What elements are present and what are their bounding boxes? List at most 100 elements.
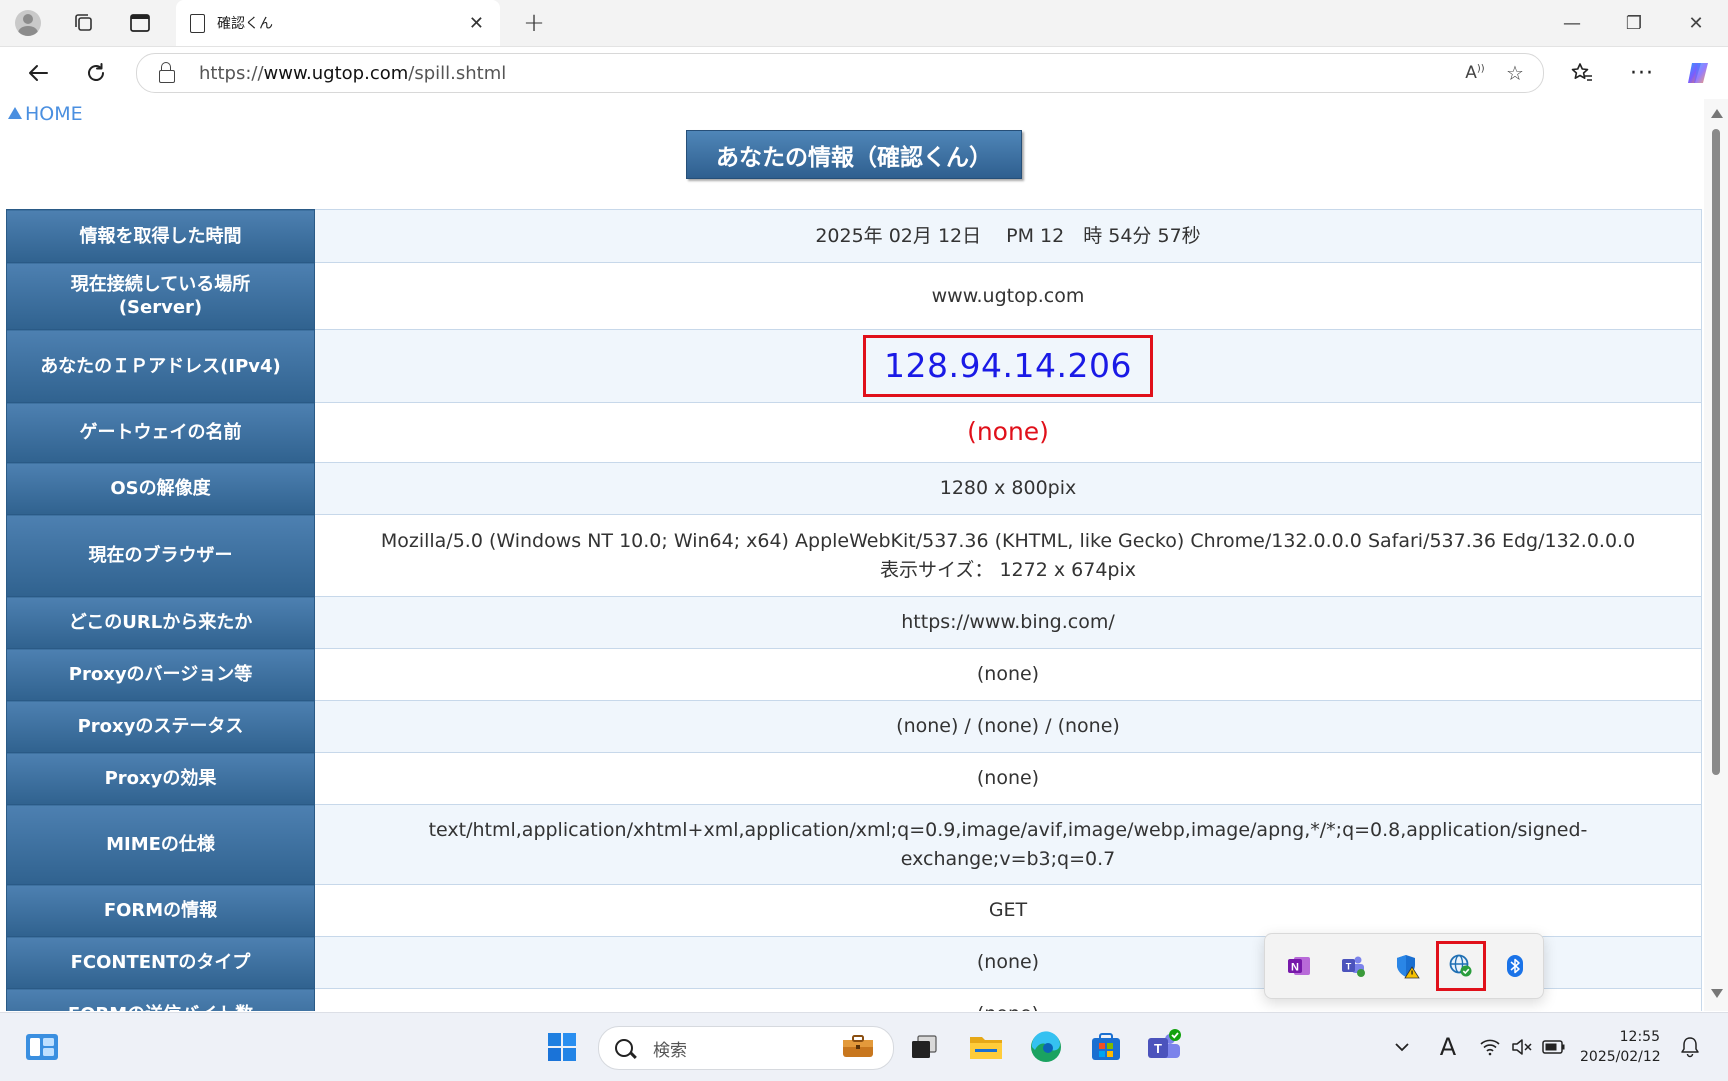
- row-value: www.ugtop.com: [314, 262, 1702, 330]
- row-value: (none) / (none) / (none): [314, 700, 1702, 753]
- page-icon: [190, 13, 205, 33]
- row-value: text/html,application/xhtml+xml,applicat…: [314, 804, 1702, 885]
- home-link[interactable]: HOME: [8, 103, 83, 125]
- row-label: あなたのＩＰアドレス(IPv4): [6, 329, 315, 403]
- taskbar-search-box[interactable]: 検索: [598, 1026, 894, 1070]
- search-highlight-briefcase-icon: [841, 1033, 875, 1063]
- refresh-icon: [88, 63, 104, 81]
- workspaces-icon: [75, 14, 92, 31]
- url-text[interactable]: https://www.ugtop.com/spill.shtml: [199, 63, 1455, 84]
- row-label: Proxyのバージョン等: [6, 648, 315, 701]
- row-label: FORMの送信バイト数: [6, 988, 315, 1011]
- up-triangle-icon: [8, 107, 22, 119]
- scroll-up-arrow-icon[interactable]: [1711, 109, 1723, 118]
- bell-icon: [1681, 1037, 1699, 1058]
- ip-cell: 128.94.14.206: [314, 329, 1702, 403]
- row-label: MIMEの仕様: [6, 804, 315, 885]
- settings-more-button[interactable]: ···: [1622, 55, 1662, 91]
- teams-taskbar-button[interactable]: T: [1144, 1027, 1184, 1067]
- row-label: どこのURLから来たか: [6, 596, 315, 649]
- row-label: FORMの情報: [6, 884, 315, 937]
- row-value: 1280 x 800pix: [314, 462, 1702, 515]
- info-table: 情報を取得した時間 2025年 02月 12日 PM 12 時 54分 57秒 …: [6, 209, 1702, 1011]
- vertical-scrollbar[interactable]: [1704, 99, 1728, 1011]
- table-row: 現在接続している場所 (Server) www.ugtop.com: [6, 262, 1702, 330]
- copilot-icon: [1688, 63, 1708, 83]
- scroll-thumb[interactable]: [1712, 129, 1720, 775]
- profile-button[interactable]: [8, 6, 48, 40]
- row-value: GET: [314, 884, 1702, 937]
- tab-close-icon[interactable]: ✕: [469, 13, 484, 34]
- file-explorer-icon: [970, 1037, 1002, 1059]
- bluetooth-icon[interactable]: [1495, 946, 1535, 986]
- scroll-down-arrow-icon[interactable]: [1711, 989, 1723, 998]
- browser-title-bar: 確認くん ✕ + — ❐ ✕: [0, 0, 1728, 47]
- task-view-button[interactable]: [904, 1027, 944, 1067]
- teams-icon[interactable]: T: [1333, 946, 1373, 986]
- row-label: FCONTENTのタイプ: [6, 936, 315, 989]
- gateway-none-value: (none): [967, 416, 1049, 446]
- tray-overflow-popup: N T: [1264, 933, 1544, 999]
- tab-active[interactable]: 確認くん ✕: [176, 0, 500, 46]
- widgets-icon: [26, 1034, 58, 1060]
- page-content: HOME あなたの情報（確認くん） 情報を取得した時間 2025年 02月 12…: [0, 99, 1728, 1011]
- table-row: Proxyの効果 (none): [6, 752, 1702, 805]
- table-row: ゲートウェイの名前 (none): [6, 402, 1702, 463]
- widgets-button[interactable]: [22, 1027, 62, 1067]
- address-bar[interactable]: https://www.ugtop.com/spill.shtml A)) ☆: [136, 53, 1544, 93]
- table-row: MIMEの仕様 text/html,application/xhtml+xml,…: [6, 804, 1702, 885]
- file-explorer-button[interactable]: [966, 1027, 1006, 1067]
- edge-icon: [1031, 1031, 1061, 1062]
- notifications-button[interactable]: [1670, 1027, 1710, 1067]
- defender-warning-icon[interactable]: [1387, 946, 1427, 986]
- user-agent-text: Mozilla/5.0 (Windows NT 10.0; Win64; x64…: [380, 529, 1636, 552]
- onenote-icon[interactable]: N: [1279, 946, 1319, 986]
- show-hidden-icons-button[interactable]: [1382, 1027, 1422, 1067]
- task-view-icon: [912, 1035, 937, 1058]
- table-row: 情報を取得した時間 2025年 02月 12日 PM 12 時 54分 57秒: [6, 209, 1702, 263]
- start-button[interactable]: [542, 1027, 582, 1067]
- tab-title: 確認くん: [217, 16, 273, 32]
- battery-button[interactable]: [1534, 1027, 1574, 1067]
- table-row: どこのURLから来たか https://www.bing.com/: [6, 596, 1702, 649]
- lock-icon[interactable]: [159, 61, 175, 83]
- close-window-button[interactable]: ✕: [1668, 0, 1724, 46]
- row-label: 現在のブラウザー: [6, 514, 315, 597]
- table-row: Proxyのステータス (none) / (none) / (none): [6, 700, 1702, 753]
- new-tab-button[interactable]: +: [516, 6, 552, 40]
- ip-address-highlight: 128.94.14.206: [863, 335, 1153, 397]
- refresh-button[interactable]: [76, 55, 116, 91]
- collections-button[interactable]: [64, 6, 104, 40]
- row-label: Proxyのステータス: [6, 700, 315, 753]
- clock-time: 12:55: [1619, 1029, 1660, 1045]
- edge-browser-button[interactable]: [1026, 1027, 1066, 1067]
- favorites-button[interactable]: [1562, 55, 1602, 91]
- row-value: (none): [314, 752, 1702, 805]
- restore-button[interactable]: ❐: [1606, 0, 1662, 46]
- row-label: ゲートウェイの名前: [6, 402, 315, 463]
- row-label: 現在接続している場所 (Server): [6, 262, 315, 330]
- minimize-button[interactable]: —: [1544, 0, 1600, 46]
- display-size-text: 表示サイズ： 1272 x 674pix: [880, 558, 1136, 581]
- table-row: 現在のブラウザー Mozilla/5.0 (Windows NT 10.0; W…: [6, 514, 1702, 597]
- vertical-tabs-button[interactable]: [120, 6, 160, 40]
- table-row: Proxyのバージョン等 (none): [6, 648, 1702, 701]
- tab-actions-icon: [130, 14, 150, 32]
- read-aloud-icon[interactable]: A)): [1455, 63, 1495, 83]
- network-globe-check-icon[interactable]: [1436, 941, 1486, 991]
- clock-date: 2025/02/12: [1580, 1049, 1661, 1065]
- mime-text: text/html,application/xhtml+xml,applicat…: [428, 818, 1588, 870]
- teams-app-icon: T: [1148, 1029, 1181, 1058]
- battery-icon: [1542, 1040, 1565, 1054]
- taskbar-clock[interactable]: 12:55 2025/02/12: [1580, 1027, 1661, 1067]
- back-button[interactable]: [18, 55, 58, 91]
- wifi-icon: [1480, 1039, 1500, 1056]
- table-row: FORMの情報 GET: [6, 884, 1702, 937]
- microsoft-store-button[interactable]: [1086, 1027, 1126, 1067]
- copilot-button[interactable]: [1678, 55, 1718, 91]
- server-label-line1: 現在接続している場所: [70, 274, 251, 295]
- store-icon: [1092, 1033, 1120, 1060]
- back-arrow-icon: [29, 65, 48, 81]
- favorite-star-icon[interactable]: ☆: [1495, 61, 1535, 85]
- ime-indicator[interactable]: A: [1428, 1027, 1468, 1067]
